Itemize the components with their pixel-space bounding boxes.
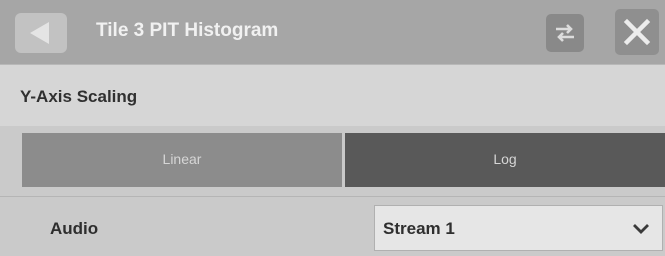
audio-stream-value: Stream 1: [383, 219, 455, 238]
close-button[interactable]: [615, 9, 659, 55]
audio-stream-dropdown[interactable]: Stream 1: [374, 205, 663, 251]
audio-label: Audio: [50, 219, 99, 238]
log-option-label: Log: [493, 151, 517, 167]
chevron-down-icon: [633, 224, 649, 234]
back-button[interactable]: [15, 13, 67, 53]
title-bar: Tile 3 PIT Histogram: [0, 0, 665, 64]
swap-button[interactable]: [546, 14, 584, 52]
linear-option-button[interactable]: Linear: [22, 133, 342, 187]
linear-option-label: Linear: [162, 151, 202, 167]
y-axis-scaling-label: Y-Axis Scaling: [20, 87, 138, 106]
y-axis-scaling-header: Y-Axis Scaling: [0, 64, 665, 126]
audio-row: Audio Stream 1: [0, 196, 665, 256]
y-axis-scaling-toggle: Linear Log: [0, 126, 665, 196]
close-icon: [623, 18, 651, 46]
swap-icon: [556, 24, 574, 42]
back-arrow-icon: [30, 22, 49, 44]
log-option-button[interactable]: Log: [345, 133, 665, 187]
page-title: Tile 3 PIT Histogram: [96, 20, 279, 41]
